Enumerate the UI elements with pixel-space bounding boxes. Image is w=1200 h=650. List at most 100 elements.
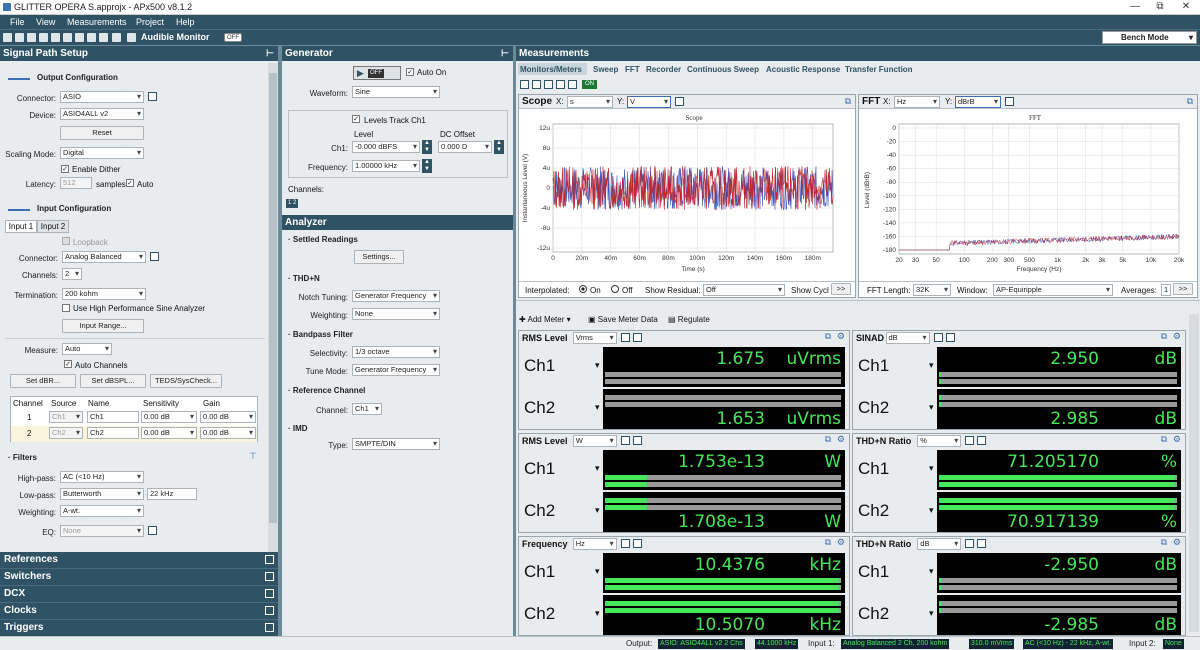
pin-icon[interactable]: ⊢ bbox=[501, 46, 509, 61]
scope-y-select[interactable]: V bbox=[627, 96, 671, 108]
scope-x-select[interactable]: s bbox=[567, 96, 613, 108]
meter-settings-gear-icon[interactable]: ⚙ bbox=[1173, 331, 1181, 342]
menu-file[interactable]: File bbox=[10, 17, 25, 27]
fft-expand-icon[interactable]: ⧉ bbox=[1187, 96, 1193, 107]
meter-expand-icon[interactable]: ⧉ bbox=[825, 537, 831, 548]
info-icon[interactable] bbox=[99, 33, 108, 42]
latency-auto-checkbox[interactable]: ✓ bbox=[126, 179, 134, 187]
lowpass-select[interactable]: Butterworth bbox=[60, 488, 144, 500]
levels-track-checkbox[interactable]: ✓ bbox=[352, 115, 360, 123]
meter-settings-gear-icon[interactable]: ⚙ bbox=[837, 331, 845, 342]
meter-unit-select[interactable]: dB bbox=[885, 332, 930, 344]
input-range-button[interactable]: Input Range... bbox=[62, 319, 144, 333]
meter-settings-icon[interactable] bbox=[945, 333, 955, 342]
meter-expand-icon[interactable]: ⧉ bbox=[1161, 537, 1167, 548]
open-file-icon[interactable] bbox=[15, 33, 24, 42]
nav-switchers[interactable]: Switchers bbox=[0, 569, 278, 586]
interp-on-radio[interactable] bbox=[579, 285, 587, 293]
meter-settings-gear-icon[interactable]: ⚙ bbox=[837, 434, 845, 445]
new-file-icon[interactable] bbox=[3, 33, 12, 42]
chevron-down-icon[interactable]: ▾ bbox=[929, 566, 934, 577]
weighting-select[interactable]: A-wt. bbox=[60, 505, 144, 517]
meter-options-icon[interactable] bbox=[620, 436, 630, 445]
auto-channels-checkbox[interactable]: ✓ bbox=[64, 360, 72, 368]
menu-project[interactable]: Project bbox=[136, 17, 164, 27]
meter-expand-icon[interactable]: ⧉ bbox=[825, 434, 831, 445]
undo-icon[interactable] bbox=[51, 33, 60, 42]
ch1-dc-field[interactable]: 0.000 D bbox=[438, 141, 492, 153]
print-icon[interactable] bbox=[39, 33, 48, 42]
termination-select[interactable]: 200 kohm bbox=[62, 288, 146, 300]
meter-settings-gear-icon[interactable]: ⚙ bbox=[837, 537, 845, 548]
row-sensitivity-select[interactable]: 0.00 dB bbox=[141, 411, 197, 423]
scope-more-button[interactable]: >> bbox=[831, 283, 851, 295]
meter-settings-gear-icon[interactable]: ⚙ bbox=[1173, 537, 1181, 548]
nav-triggers[interactable]: Triggers bbox=[0, 620, 278, 637]
table-row[interactable]: 2 Ch2 Ch2 0.00 dB 0.00 dB bbox=[11, 426, 257, 442]
tune-select[interactable]: Generator Frequency bbox=[352, 364, 440, 376]
menu-view[interactable]: View bbox=[36, 17, 55, 27]
on-toggle[interactable]: ON bbox=[582, 80, 597, 89]
fft-length-select[interactable]: 32K bbox=[913, 284, 951, 296]
sequence-icon[interactable] bbox=[112, 33, 121, 42]
channels-select[interactable]: 2 bbox=[62, 268, 82, 280]
chevron-down-icon[interactable]: ▾ bbox=[595, 402, 600, 413]
meter-unit-select[interactable]: Vrms bbox=[572, 332, 617, 344]
eq-settings-icon[interactable] bbox=[148, 526, 157, 535]
latency-field[interactable]: 512 bbox=[60, 177, 92, 189]
imd-type-select[interactable]: SMPTE/DIN bbox=[352, 438, 440, 450]
tab-sweep[interactable]: Sweep bbox=[593, 65, 618, 74]
waveform-select[interactable]: Sine bbox=[352, 86, 440, 98]
reset-button[interactable]: Reset bbox=[60, 126, 144, 140]
meter-options-icon[interactable] bbox=[620, 539, 630, 548]
gen-channels-button[interactable]: 1 2 bbox=[286, 199, 299, 208]
row-gain-select[interactable]: 0.00 dB bbox=[200, 427, 256, 439]
generator-power-button[interactable]: ▶ OFF bbox=[353, 66, 401, 80]
fft-x-select[interactable]: Hz bbox=[894, 96, 940, 108]
averages-field[interactable]: 1 bbox=[1161, 284, 1171, 296]
meters-scrollbar[interactable] bbox=[1189, 314, 1199, 632]
nav-references[interactable]: References bbox=[0, 552, 278, 569]
interp-off-radio[interactable] bbox=[611, 285, 619, 293]
tab-monitors-meters[interactable]: Monitors/Meters bbox=[520, 65, 582, 74]
chevron-down-icon[interactable]: ▾ bbox=[929, 608, 934, 619]
meter-options-icon[interactable] bbox=[965, 436, 975, 445]
chevron-down-icon[interactable]: ▾ bbox=[929, 402, 934, 413]
fft-y-select[interactable]: dBrB bbox=[955, 96, 1001, 108]
stop-icon[interactable] bbox=[532, 80, 541, 89]
tab-continuous-sweep[interactable]: Continuous Sweep bbox=[687, 65, 759, 74]
chevron-down-icon[interactable]: ▾ bbox=[595, 566, 600, 577]
minimize-button[interactable]: — bbox=[1125, 1, 1145, 12]
add-meter-button[interactable]: ✚ Add Meter ▾ bbox=[519, 315, 571, 324]
scaling-select[interactable]: Digital bbox=[60, 147, 144, 159]
tab-input-1[interactable]: Input 1 bbox=[5, 220, 37, 233]
nav-clocks[interactable]: Clocks bbox=[0, 603, 278, 620]
row-source-select[interactable]: Ch2 bbox=[49, 427, 83, 439]
meter-unit-select[interactable]: W bbox=[572, 435, 617, 447]
tab-input-2[interactable]: Input 2 bbox=[37, 220, 69, 233]
maximize-button[interactable]: ⧉ bbox=[1150, 1, 1170, 12]
high-perf-checkbox[interactable] bbox=[62, 304, 70, 312]
tab-transfer-function[interactable]: Transfer Function bbox=[845, 65, 913, 74]
table-row[interactable]: 1 Ch1 Ch1 0.00 dB 0.00 dB bbox=[11, 410, 257, 426]
chevron-down-icon[interactable]: ▾ bbox=[929, 360, 934, 371]
residual-select[interactable]: Off bbox=[703, 284, 785, 296]
fft-more-button[interactable]: >> bbox=[1173, 283, 1193, 295]
chevron-down-icon[interactable]: ▾ bbox=[595, 608, 600, 619]
expand-icon[interactable] bbox=[265, 572, 274, 581]
left-scrollbar-thumb[interactable] bbox=[269, 73, 277, 523]
ch1-level-field[interactable]: -0.000 dBFS bbox=[352, 141, 420, 153]
meter-expand-icon[interactable]: ⧉ bbox=[1161, 434, 1167, 445]
fft-settings-icon[interactable] bbox=[1005, 97, 1014, 106]
auto-on-checkbox[interactable]: ✓ bbox=[406, 68, 414, 76]
collapse-icon[interactable]: ⊤ bbox=[249, 451, 257, 462]
teds-button[interactable]: TEDS/SysCheck... bbox=[150, 374, 222, 388]
scope-expand-icon[interactable]: ⧉ bbox=[845, 96, 851, 107]
left-scrollbar[interactable] bbox=[268, 63, 278, 552]
frequency-field[interactable]: 1.00000 kHz bbox=[352, 160, 420, 172]
loopback-checkbox[interactable] bbox=[62, 237, 70, 245]
frequency-stepper-icon[interactable]: ▲ ▼ bbox=[422, 159, 432, 173]
tab-acoustic-response[interactable]: Acoustic Response bbox=[766, 65, 840, 74]
save-file-icon[interactable] bbox=[27, 33, 36, 42]
regulate-button[interactable]: ▤ Regulate bbox=[668, 315, 710, 324]
